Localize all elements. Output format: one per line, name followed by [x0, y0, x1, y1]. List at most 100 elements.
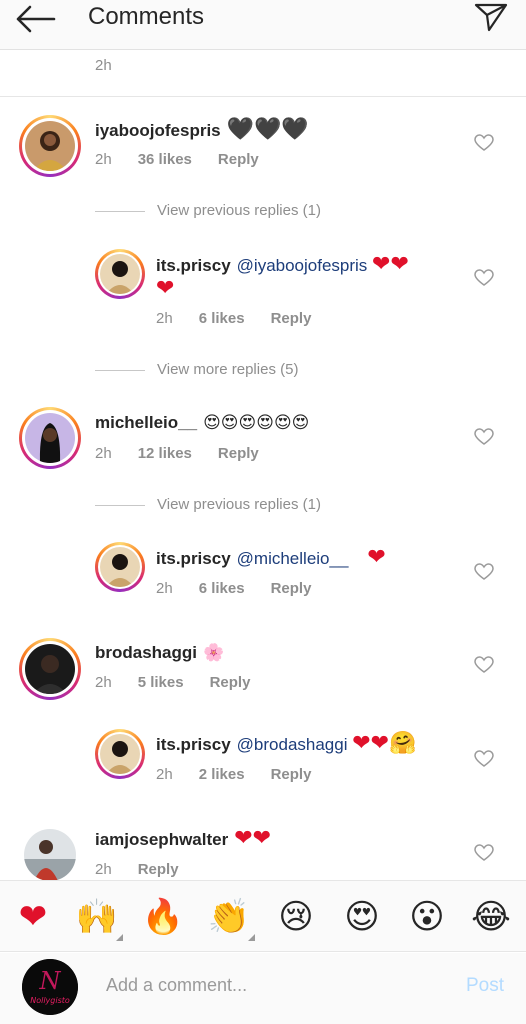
comment-likes[interactable]: 6 likes: [199, 580, 245, 597]
view-replies-label: View more replies (5): [157, 361, 299, 378]
emoji-clap-button[interactable]: 👏: [207, 895, 255, 941]
divider: [0, 96, 526, 97]
replies-divider-line: [95, 210, 145, 212]
comment-emojis: ❤❤: [234, 826, 272, 851]
emoji-heart-button[interactable]: ❤: [11, 895, 55, 939]
mention-link[interactable]: @brodashaggi: [237, 735, 348, 754]
heart-outline-icon[interactable]: [474, 563, 494, 581]
comment-text: iyaboojofespris 🖤🖤🖤: [95, 117, 309, 144]
comment-emojis: 😍😍😍😍😍😍: [203, 413, 310, 433]
clapping-hands-icon: 👏: [207, 897, 251, 937]
avatar[interactable]: [95, 542, 145, 592]
comment-meta: 2h 6 likes Reply: [156, 580, 337, 597]
comment-username[interactable]: iyaboojofespris: [95, 121, 221, 140]
heart-outline-icon[interactable]: [474, 428, 494, 446]
view-replies-link[interactable]: View previous replies (1): [95, 202, 321, 219]
comment-likes[interactable]: 2 likes: [199, 766, 245, 783]
comment-emojis: 🌸: [203, 643, 225, 663]
comment-likes[interactable]: 12 likes: [138, 445, 192, 462]
caption-time: 2h: [95, 57, 112, 74]
post-button[interactable]: Post: [466, 975, 504, 997]
reply-button[interactable]: Reply: [218, 151, 259, 168]
skin-tone-indicator-icon: [248, 934, 255, 941]
comment-compose-bar: N Nollygisto Add a comment... Post: [0, 953, 526, 1024]
heart-outline-icon[interactable]: [474, 134, 494, 152]
comment-time: 2h: [156, 310, 173, 327]
header-bar: Comments: [0, 0, 526, 50]
avatar[interactable]: [19, 115, 81, 177]
comment-text: its.priscy @michelleio__ ❤: [156, 545, 386, 572]
emoji-quick-bar: ❤ 🙌 🔥 👏 😢 😍 😮 😂: [0, 880, 526, 952]
comment-username[interactable]: its.priscy: [156, 256, 231, 275]
comment-emojis: ❤❤: [372, 252, 409, 277]
logo-text: Nollygisto: [30, 996, 70, 1005]
comment-likes[interactable]: 5 likes: [138, 674, 184, 691]
avatar[interactable]: [95, 249, 145, 299]
comment-input[interactable]: Add a comment...: [106, 975, 247, 996]
comment-meta: 2h 36 likes Reply: [95, 151, 285, 168]
comment-username[interactable]: its.priscy: [156, 735, 231, 754]
comment-meta: 2h 12 likes Reply: [95, 445, 285, 462]
avatar[interactable]: [95, 729, 145, 779]
comment-text: michelleio__ 😍😍😍😍😍😍: [95, 410, 309, 436]
comment-username[interactable]: iamjosephwalter: [95, 830, 228, 849]
reply-button[interactable]: Reply: [138, 861, 179, 878]
comment-text: its.priscy @iyaboojofespris ❤❤: [156, 252, 409, 279]
avatar[interactable]: [19, 638, 81, 700]
comment-username[interactable]: brodashaggi: [95, 643, 197, 662]
emoji-raised-hands-button[interactable]: 🙌: [75, 895, 123, 941]
avatar[interactable]: N Nollygisto: [22, 959, 78, 1015]
reply-button[interactable]: Reply: [271, 580, 312, 597]
view-replies-label: View previous replies (1): [157, 202, 321, 219]
reply-button[interactable]: Reply: [210, 674, 251, 691]
page-title: Comments: [88, 3, 205, 30]
emoji-crying-button[interactable]: 😢: [274, 895, 318, 939]
comment-text-wrap: ❤: [156, 276, 174, 303]
emoji-fire-button[interactable]: 🔥: [141, 895, 185, 939]
comment-text: iamjosephwalter ❤❤: [95, 826, 271, 853]
replies-divider-line: [95, 504, 145, 506]
comment-text: its.priscy @brodashaggi ❤❤🤗: [156, 731, 417, 758]
arrow-left-icon[interactable]: [14, 4, 56, 34]
comment-time: 2h: [156, 766, 173, 783]
replies-divider-line: [95, 369, 145, 371]
view-replies-link[interactable]: View previous replies (1): [95, 496, 321, 513]
mention-link[interactable]: @iyaboojofespris: [237, 256, 368, 275]
heart-outline-icon[interactable]: [474, 269, 494, 287]
svg-text:N: N: [39, 967, 62, 995]
avatar[interactable]: [19, 407, 81, 469]
heart-outline-icon[interactable]: [474, 750, 494, 768]
view-replies-link[interactable]: View more replies (5): [95, 361, 298, 378]
comment-time: 2h: [156, 580, 173, 597]
comment-meta: 2h 5 likes Reply: [95, 674, 276, 691]
comment-likes[interactable]: 6 likes: [199, 310, 245, 327]
reply-button[interactable]: Reply: [218, 445, 259, 462]
emoji-heart-eyes-button[interactable]: 😍: [340, 895, 384, 939]
avatar[interactable]: [24, 829, 76, 881]
reply-button[interactable]: Reply: [271, 766, 312, 783]
comment-emojis: ❤❤🤗: [352, 731, 417, 756]
comment-time: 2h: [95, 861, 112, 878]
heart-outline-icon[interactable]: [474, 656, 494, 674]
skin-tone-indicator-icon: [116, 934, 123, 941]
comment-emojis: 🖤🖤🖤: [226, 117, 309, 142]
view-replies-label: View previous replies (1): [157, 496, 321, 513]
comment-meta: 2h Reply: [95, 861, 205, 878]
emoji-surprised-button[interactable]: 😮: [405, 895, 449, 939]
comment-emojis: ❤: [367, 545, 386, 570]
comment-username[interactable]: michelleio__: [95, 413, 197, 432]
mention-link[interactable]: @michelleio__: [237, 549, 349, 568]
comment-meta: 2h 6 likes Reply: [156, 310, 337, 327]
paper-plane-icon[interactable]: [474, 2, 508, 32]
heart-outline-icon[interactable]: [474, 844, 494, 862]
comment-meta: 2h 2 likes Reply: [156, 766, 337, 783]
comment-emojis: ❤: [156, 276, 175, 301]
comment-time: 2h: [95, 151, 112, 168]
comment-text: brodashaggi 🌸: [95, 640, 224, 666]
emoji-laughing-button[interactable]: 😂: [469, 895, 513, 939]
reply-button[interactable]: Reply: [271, 310, 312, 327]
raised-hands-icon: 🙌: [75, 897, 119, 937]
comment-likes[interactable]: 36 likes: [138, 151, 192, 168]
comment-time: 2h: [95, 445, 112, 462]
comment-username[interactable]: its.priscy: [156, 549, 231, 568]
